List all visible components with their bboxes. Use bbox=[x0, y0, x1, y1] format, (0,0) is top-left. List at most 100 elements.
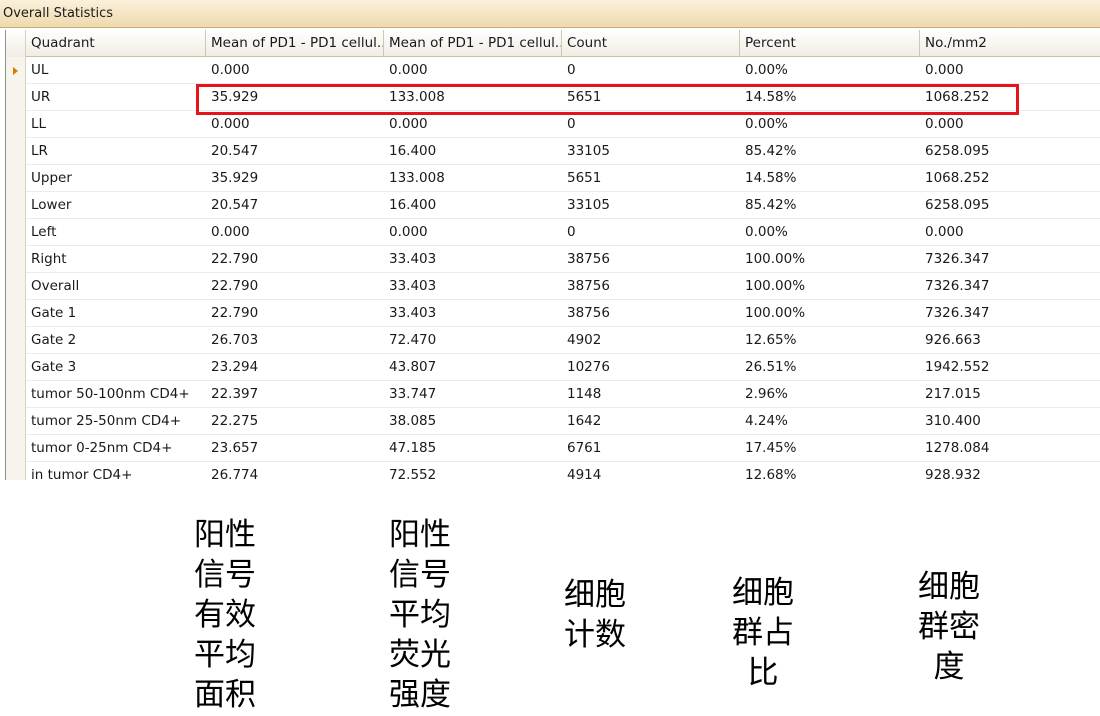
mean-intensity-cell[interactable]: 33.403 bbox=[384, 273, 562, 300]
table-row[interactable]: Left 0.000 0.000 0 0.00% 0.000 bbox=[6, 219, 1100, 246]
quadrant-cell[interactable]: LL bbox=[26, 111, 206, 138]
percent-cell[interactable]: 4.24% bbox=[740, 408, 920, 435]
mean-area-cell[interactable]: 20.547 bbox=[206, 192, 384, 219]
row-selector[interactable] bbox=[6, 246, 26, 273]
percent-cell[interactable]: 0.00% bbox=[740, 57, 920, 84]
mean-area-cell[interactable]: 0.000 bbox=[206, 111, 384, 138]
count-cell[interactable]: 38756 bbox=[562, 273, 740, 300]
density-cell[interactable]: 0.000 bbox=[920, 111, 1100, 138]
row-selector-header[interactable] bbox=[6, 30, 26, 57]
quadrant-cell[interactable]: tumor 0-25nm CD4+ bbox=[26, 435, 206, 462]
percent-cell[interactable]: 17.45% bbox=[740, 435, 920, 462]
percent-cell[interactable]: 100.00% bbox=[740, 300, 920, 327]
quadrant-cell[interactable]: Right bbox=[26, 246, 206, 273]
mean-area-cell[interactable]: 22.397 bbox=[206, 381, 384, 408]
column-header-quadrant[interactable]: Quadrant bbox=[26, 30, 206, 57]
count-cell[interactable]: 0 bbox=[562, 111, 740, 138]
count-cell[interactable]: 0 bbox=[562, 57, 740, 84]
mean-area-cell[interactable]: 23.294 bbox=[206, 354, 384, 381]
row-selector[interactable] bbox=[6, 57, 26, 84]
mean-area-cell[interactable]: 22.790 bbox=[206, 246, 384, 273]
percent-cell[interactable]: 100.00% bbox=[740, 273, 920, 300]
row-selector[interactable] bbox=[6, 111, 26, 138]
percent-cell[interactable]: 85.42% bbox=[740, 192, 920, 219]
count-cell[interactable]: 10276 bbox=[562, 354, 740, 381]
density-cell[interactable]: 7326.347 bbox=[920, 246, 1100, 273]
count-cell[interactable]: 38756 bbox=[562, 300, 740, 327]
mean-intensity-cell[interactable]: 16.400 bbox=[384, 138, 562, 165]
quadrant-cell[interactable]: Upper bbox=[26, 165, 206, 192]
density-cell[interactable]: 1068.252 bbox=[920, 165, 1100, 192]
count-cell[interactable]: 5651 bbox=[562, 165, 740, 192]
mean-intensity-cell[interactable]: 133.008 bbox=[384, 165, 562, 192]
density-cell[interactable]: 0.000 bbox=[920, 57, 1100, 84]
row-selector[interactable] bbox=[6, 327, 26, 354]
mean-area-cell[interactable]: 22.275 bbox=[206, 408, 384, 435]
row-selector[interactable] bbox=[6, 273, 26, 300]
mean-area-cell[interactable]: 0.000 bbox=[206, 219, 384, 246]
quadrant-cell[interactable]: tumor 25-50nm CD4+ bbox=[26, 408, 206, 435]
quadrant-cell[interactable]: Gate 1 bbox=[26, 300, 206, 327]
table-row[interactable]: tumor 50-100nm CD4+ 22.397 33.747 1148 2.96%… bbox=[6, 381, 1100, 408]
column-header-mean-area[interactable]: Mean of PD1 - PD1 cellul... bbox=[206, 30, 384, 57]
quadrant-cell[interactable]: UL bbox=[26, 57, 206, 84]
mean-intensity-cell[interactable]: 33.403 bbox=[384, 300, 562, 327]
quadrant-cell[interactable]: tumor 50-100nm CD4+ bbox=[26, 381, 206, 408]
mean-intensity-cell[interactable]: 0.000 bbox=[384, 111, 562, 138]
mean-intensity-cell[interactable]: 0.000 bbox=[384, 57, 562, 84]
percent-cell[interactable]: 0.00% bbox=[740, 219, 920, 246]
count-cell[interactable]: 4902 bbox=[562, 327, 740, 354]
mean-intensity-cell[interactable]: 47.185 bbox=[384, 435, 562, 462]
density-cell[interactable]: 6258.095 bbox=[920, 138, 1100, 165]
density-cell[interactable]: 217.015 bbox=[920, 381, 1100, 408]
mean-intensity-cell[interactable]: 33.747 bbox=[384, 381, 562, 408]
density-cell[interactable]: 926.663 bbox=[920, 327, 1100, 354]
table-row[interactable]: Right 22.790 33.403 38756 100.00% 7326.347 bbox=[6, 246, 1100, 273]
table-row[interactable]: tumor 0-25nm CD4+ 23.657 47.185 6761 17.45% 1… bbox=[6, 435, 1100, 462]
count-cell[interactable]: 1148 bbox=[562, 381, 740, 408]
percent-cell[interactable]: 12.65% bbox=[740, 327, 920, 354]
mean-area-cell[interactable]: 26.774 bbox=[206, 462, 384, 480]
mean-area-cell[interactable]: 35.929 bbox=[206, 165, 384, 192]
row-selector[interactable] bbox=[6, 165, 26, 192]
table-row[interactable]: LR 20.547 16.400 33105 85.42% 6258.095 bbox=[6, 138, 1100, 165]
percent-cell[interactable]: 100.00% bbox=[740, 246, 920, 273]
row-selector[interactable] bbox=[6, 354, 26, 381]
count-cell[interactable]: 6761 bbox=[562, 435, 740, 462]
column-header-density[interactable]: No./mm2 bbox=[920, 30, 1100, 57]
count-cell[interactable]: 0 bbox=[562, 219, 740, 246]
density-cell[interactable]: 7326.347 bbox=[920, 273, 1100, 300]
mean-intensity-cell[interactable]: 133.008 bbox=[384, 84, 562, 111]
mean-area-cell[interactable]: 22.790 bbox=[206, 273, 384, 300]
density-cell[interactable]: 928.932 bbox=[920, 462, 1100, 480]
percent-cell[interactable]: 14.58% bbox=[740, 84, 920, 111]
mean-area-cell[interactable]: 0.000 bbox=[206, 57, 384, 84]
percent-cell[interactable]: 0.00% bbox=[740, 111, 920, 138]
percent-cell[interactable]: 14.58% bbox=[740, 165, 920, 192]
quadrant-cell[interactable]: UR bbox=[26, 84, 206, 111]
table-row[interactable]: Gate 1 22.790 33.403 38756 100.00% 7326.347 bbox=[6, 300, 1100, 327]
table-row[interactable]: tumor 25-50nm CD4+ 22.275 38.085 1642 4.24% 3… bbox=[6, 408, 1100, 435]
quadrant-cell[interactable]: Gate 3 bbox=[26, 354, 206, 381]
density-cell[interactable]: 1942.552 bbox=[920, 354, 1100, 381]
row-selector[interactable] bbox=[6, 408, 26, 435]
row-selector[interactable] bbox=[6, 462, 26, 480]
table-row[interactable]: Gate 3 23.294 43.807 10276 26.51% 1942.552 bbox=[6, 354, 1100, 381]
statistics-grid[interactable]: Quadrant Mean of PD1 - PD1 cellul... Mea… bbox=[5, 30, 1100, 480]
mean-intensity-cell[interactable]: 0.000 bbox=[384, 219, 562, 246]
quadrant-cell[interactable]: Left bbox=[26, 219, 206, 246]
percent-cell[interactable]: 2.96% bbox=[740, 381, 920, 408]
table-row[interactable]: in tumor CD4+ 26.774 72.552 4914 12.68% 928.9… bbox=[6, 462, 1100, 480]
quadrant-cell[interactable]: Overall bbox=[26, 273, 206, 300]
table-row[interactable]: Lower 20.547 16.400 33105 85.42% 6258.095 bbox=[6, 192, 1100, 219]
row-selector[interactable] bbox=[6, 219, 26, 246]
column-header-count[interactable]: Count bbox=[562, 30, 740, 57]
density-cell[interactable]: 310.400 bbox=[920, 408, 1100, 435]
quadrant-cell[interactable]: LR bbox=[26, 138, 206, 165]
row-selector[interactable] bbox=[6, 435, 26, 462]
quadrant-cell[interactable]: Gate 2 bbox=[26, 327, 206, 354]
density-cell[interactable]: 0.000 bbox=[920, 219, 1100, 246]
count-cell[interactable]: 33105 bbox=[562, 138, 740, 165]
table-row[interactable]: LL 0.000 0.000 0 0.00% 0.000 bbox=[6, 111, 1100, 138]
density-cell[interactable]: 6258.095 bbox=[920, 192, 1100, 219]
